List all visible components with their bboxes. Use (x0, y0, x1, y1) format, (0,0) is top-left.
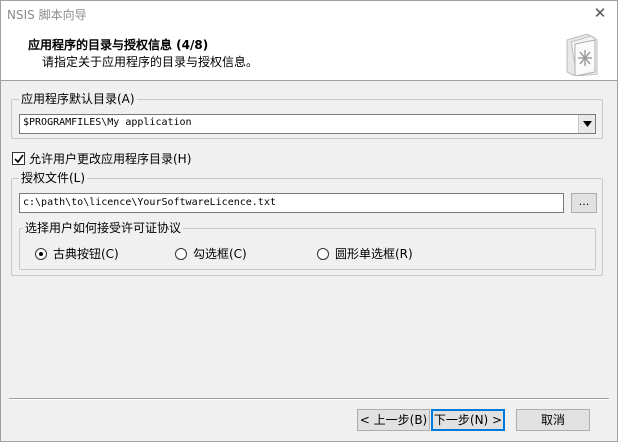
browse-button[interactable]: ... (571, 193, 597, 213)
radio-checkbox-indicator[interactable] (175, 247, 187, 260)
licence-file-input[interactable]: c:\path\to\licence\YourSoftwareLicence.t… (19, 193, 564, 213)
accept-method-group: 选择用户如何接受许可证协议 古典按钮(C) 勾选框(C) 圆形单选框(R) (19, 220, 596, 270)
title-bar: NSIS 脚本向导 ✕ (1, 1, 617, 26)
directory-group: 应用程序默认目录(A) $PROGRAMFILES\My application (11, 91, 603, 139)
directory-combo[interactable]: $PROGRAMFILES\My application (19, 114, 596, 134)
allow-change-checkbox-row[interactable]: 允许用户更改应用程序目录(H) (12, 150, 191, 167)
radio-radio-buttons[interactable]: 圆形单选框(R) (317, 245, 413, 262)
setup-wizard-icon (566, 33, 598, 76)
back-button[interactable]: < 上一步(B) (357, 409, 430, 431)
licence-group-label: 授权文件(L) (19, 170, 88, 186)
radio-classic-indicator[interactable] (35, 247, 47, 260)
window-title: NSIS 脚本向导 (7, 8, 87, 22)
chevron-down-icon[interactable] (578, 115, 595, 133)
wizard-window: NSIS 脚本向导 ✕ 应用程序的目录与授权信息 (4/8) 请指定关于应用程序… (0, 0, 618, 442)
radio-checkbox[interactable]: 勾选框(C) (175, 245, 247, 262)
radio-radio-label: 圆形单选框(R) (335, 247, 413, 261)
page-title: 应用程序的目录与授权信息 (4/8) (28, 38, 209, 52)
licence-group: 授权文件(L) c:\path\to\licence\YourSoftwareL… (11, 170, 603, 276)
accept-method-label: 选择用户如何接受许可证协议 (23, 220, 184, 236)
check-icon (13, 154, 24, 163)
directory-group-label: 应用程序默认目录(A) (19, 91, 137, 107)
radio-classic-buttons[interactable]: 古典按钮(C) (35, 245, 119, 262)
allow-change-checkbox[interactable] (12, 152, 25, 165)
allow-change-label: 允许用户更改应用程序目录(H) (29, 152, 192, 166)
page-subtitle: 请指定关于应用程序的目录与授权信息。 (42, 55, 259, 69)
wizard-header: 应用程序的目录与授权信息 (4/8) 请指定关于应用程序的目录与授权信息。 (1, 26, 617, 81)
radio-classic-label: 古典按钮(C) (53, 247, 119, 261)
cancel-button[interactable]: 取消 (516, 409, 590, 431)
footer-divider (9, 398, 609, 400)
radio-radio-indicator[interactable] (317, 247, 329, 260)
licence-file-value: c:\path\to\licence\YourSoftwareLicence.t… (23, 197, 276, 208)
directory-value: $PROGRAMFILES\My application (23, 117, 192, 128)
next-button[interactable]: 下一步(N) > (431, 409, 505, 431)
close-icon[interactable]: ✕ (591, 4, 609, 22)
radio-checkbox-label: 勾选框(C) (193, 247, 247, 261)
